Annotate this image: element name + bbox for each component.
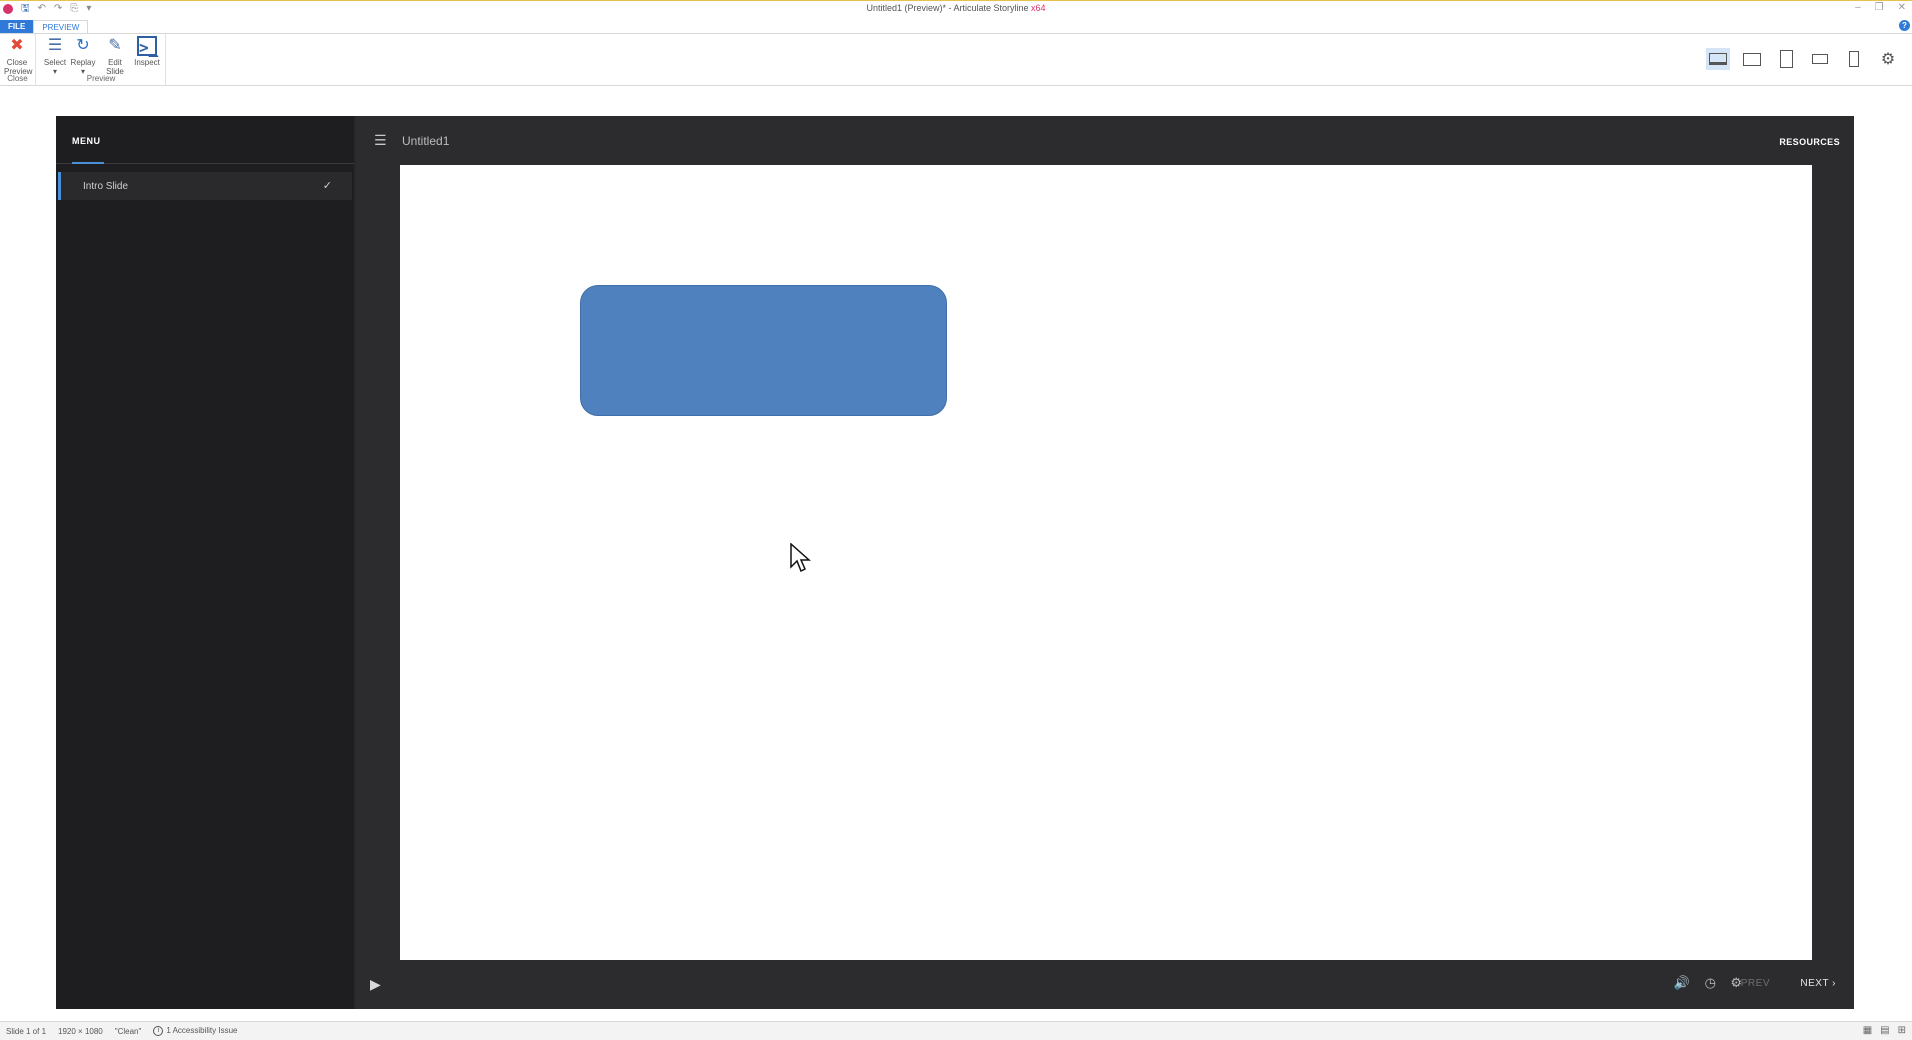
checkmark-icon: ✓	[322, 180, 332, 192]
window-arch-text: x64	[1031, 3, 1046, 13]
tablet-landscape-icon	[1743, 52, 1761, 66]
player-controls: ▶ 🔊 ◷ ⚙ ‹ PREV NEXT ›	[356, 964, 1854, 1009]
edit-slide-icon: ✎	[108, 37, 122, 54]
tablet-portrait-button[interactable]	[1774, 48, 1798, 70]
tablet-portrait-icon	[1779, 50, 1793, 68]
tab-file[interactable]: FILE	[0, 20, 34, 34]
status-slide-size: 1920 × 1080	[58, 1026, 103, 1036]
phone-portrait-button[interactable]	[1842, 48, 1866, 70]
player-topbar: ☰ Untitled1 RESOURCES	[356, 116, 1854, 164]
course-player: MENU Intro Slide ✓ ☰ Untitled1 RESOURCES…	[56, 116, 1854, 1009]
next-label: NEXT	[1800, 978, 1829, 989]
accessibility-issues-button[interactable]: i1 Accessibility Issue	[147, 1026, 243, 1036]
next-button[interactable]: NEXT ›	[1800, 978, 1836, 989]
ribbon-tabs: FILE PREVIEW	[0, 20, 89, 34]
prev-label: PREV	[1740, 978, 1770, 989]
menu-tab-underline	[72, 162, 104, 164]
tab-preview[interactable]: PREVIEW	[33, 20, 89, 34]
replay-button[interactable]: ↻ Replay ▾	[70, 36, 96, 76]
window-controls: – ❐ ✕	[1855, 2, 1906, 13]
mouse-cursor-icon	[790, 543, 811, 573]
menu-item-label: Intro Slide	[83, 181, 129, 192]
player-sidebar: MENU Intro Slide ✓	[56, 116, 356, 1009]
title-bar: 🖫 ↶ ↷ ⎘ ▾ Untitled1 (Preview)* - Articul…	[0, 0, 1912, 17]
chevron-left-icon: ‹	[1733, 978, 1741, 989]
tablet-landscape-button[interactable]	[1740, 48, 1764, 70]
edit-slide-button[interactable]: ✎ Edit Slide	[102, 36, 128, 76]
window-title: Untitled1 (Preview)* - Articulate Storyl…	[0, 3, 1912, 13]
help-icon[interactable]: ?	[1899, 20, 1910, 31]
ribbon: ✖ Close Preview Close ☰ Select ▾ ↻ Repla…	[0, 33, 1912, 86]
minimize-button[interactable]: –	[1855, 2, 1861, 13]
desktop-icon	[1709, 53, 1727, 65]
close-preview-label-1: Close	[6, 58, 28, 67]
select-button[interactable]: ☰ Select ▾	[42, 36, 68, 76]
inspect-label: Inspect	[134, 58, 160, 67]
edit-label-1: Edit	[108, 58, 122, 67]
close-preview-icon: ✖	[7, 36, 27, 56]
status-bar: Slide 1 of 1 1920 × 1080 "Clean" i1 Acce…	[0, 1021, 1912, 1040]
select-label: Select	[43, 58, 67, 67]
phone-portrait-icon	[1849, 51, 1859, 67]
desktop-view-button[interactable]	[1706, 48, 1730, 70]
group-label-close: Close	[7, 74, 28, 83]
inspect-icon: >_	[137, 36, 159, 57]
slide-stage[interactable]	[400, 165, 1812, 960]
status-slide-count: Slide 1 of 1	[6, 1026, 47, 1036]
captions-icon[interactable]: ◷	[1705, 975, 1716, 991]
restore-button[interactable]: ❐	[1875, 2, 1884, 13]
status-theme: "Clean"	[114, 1026, 142, 1036]
group-label-preview: Preview	[86, 74, 116, 83]
chevron-right-icon: ›	[1828, 978, 1836, 989]
replay-label: Replay	[70, 58, 96, 67]
window-title-text: Untitled1 (Preview)* - Articulate Storyl…	[866, 3, 1029, 13]
volume-icon[interactable]: 🔊	[1674, 975, 1690, 991]
menu-tab[interactable]: MENU	[72, 136, 101, 146]
prev-button[interactable]: ‹ PREV	[1734, 978, 1770, 989]
rounded-rectangle-shape[interactable]	[580, 285, 947, 416]
resources-button[interactable]: RESOURCES	[1779, 137, 1840, 147]
fit-view-icon[interactable]: ⊞	[1898, 1025, 1906, 1036]
select-slide-icon: ☰	[47, 37, 63, 54]
gear-icon: ⚙	[1880, 51, 1896, 68]
menu-item-intro-slide[interactable]: Intro Slide ✓	[58, 172, 352, 200]
accessibility-label: 1 Accessibility Issue	[166, 1026, 238, 1036]
phone-landscape-button[interactable]	[1808, 48, 1832, 70]
play-icon[interactable]: ▶	[370, 976, 381, 993]
view-switcher: ▦ ▤ ⊞	[1863, 1025, 1906, 1036]
replay-icon: ↻	[76, 37, 90, 54]
close-preview-button[interactable]: ✖ Close Preview	[4, 36, 32, 76]
inspect-button[interactable]: >_ Inspect	[132, 36, 162, 67]
story-view-icon[interactable]: ▤	[1880, 1025, 1889, 1036]
ribbon-group-close: ✖ Close Preview Close	[0, 34, 36, 86]
device-preview-bar: ⚙	[1706, 48, 1900, 70]
ribbon-group-preview: ☰ Select ▾ ↻ Replay ▾ ✎ Edit Slide >_ In…	[37, 34, 166, 86]
preview-settings-button[interactable]: ⚙	[1876, 48, 1900, 70]
close-window-button[interactable]: ✕	[1898, 2, 1906, 13]
course-title: Untitled1	[402, 134, 450, 148]
info-icon: i	[153, 1026, 164, 1036]
phone-landscape-icon	[1812, 54, 1828, 64]
hamburger-menu-icon[interactable]: ☰	[374, 133, 387, 147]
normal-view-icon[interactable]: ▦	[1863, 1025, 1872, 1036]
menu-header: MENU	[56, 116, 354, 164]
